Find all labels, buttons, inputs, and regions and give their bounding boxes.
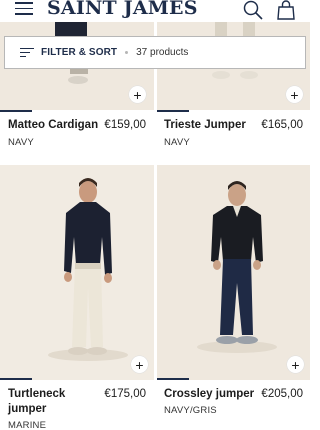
add-to-cart-button[interactable]: + (286, 86, 303, 103)
model-illustration (197, 181, 277, 353)
product-color: MARINE (8, 420, 47, 430)
brand-logo[interactable]: SAINT JAMES (47, 0, 198, 19)
product-price: €175,00 (104, 388, 146, 400)
product-price: €159,00 (104, 119, 146, 131)
product-price: €205,00 (261, 388, 303, 400)
product-image-turtleneck-jumper[interactable] (0, 165, 154, 380)
model-illustration (48, 178, 128, 361)
product-color: NAVY/GRIS (164, 405, 217, 416)
active-indicator (157, 110, 189, 112)
product-image-crossley-jumper[interactable] (157, 165, 310, 380)
active-indicator (0, 110, 32, 112)
product-name[interactable]: Crossley jumper (164, 387, 254, 402)
filter-icon (20, 47, 34, 58)
product-count: 37 products (136, 47, 189, 58)
add-to-cart-button[interactable]: + (287, 356, 304, 373)
active-indicator (0, 378, 32, 380)
product-color: NAVY (164, 137, 190, 148)
site-header: SAINT JAMES (0, 0, 310, 22)
hamburger-icon[interactable] (15, 2, 33, 16)
shopping-bag-icon[interactable] (276, 0, 296, 20)
filter-sort-bar[interactable]: FILTER & SORT 37 products (4, 36, 306, 69)
product-price: €165,00 (261, 119, 303, 131)
product-name[interactable]: Trieste Jumper (164, 118, 246, 133)
active-indicator (157, 378, 189, 380)
search-icon[interactable] (243, 0, 263, 20)
product-name[interactable]: Turtleneck jumper (8, 387, 88, 417)
product-color: NAVY (8, 137, 34, 148)
filter-sort-label[interactable]: FILTER & SORT (41, 47, 117, 58)
separator-dot (125, 51, 129, 54)
add-to-cart-button[interactable]: + (129, 86, 146, 103)
add-to-cart-button[interactable]: + (131, 356, 148, 373)
product-name[interactable]: Matteo Cardigan (8, 118, 98, 133)
